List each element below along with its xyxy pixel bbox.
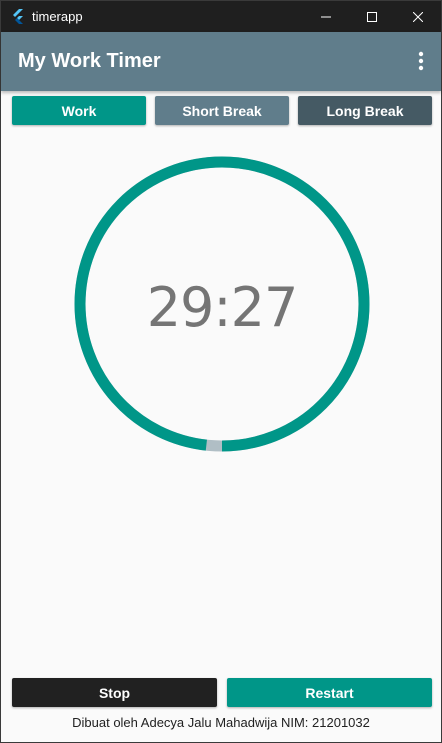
maximize-button[interactable] [349, 1, 395, 32]
maximize-icon [367, 11, 377, 22]
minimize-icon [321, 16, 331, 17]
more-vert-icon[interactable] [411, 49, 431, 73]
close-button[interactable] [395, 1, 441, 32]
work-button[interactable]: Work [12, 96, 146, 125]
close-icon [413, 11, 423, 22]
short-break-button[interactable]: Short Break [155, 96, 289, 125]
app-window: timerapp My Work Timer Work Short Break [0, 0, 442, 743]
window-title: timerapp [32, 9, 83, 24]
footer-credit: Dibuat oleh Adecya Jalu Mahadwija NIM: 2… [72, 715, 370, 730]
page-title: My Work Timer [18, 50, 161, 72]
stop-button[interactable]: Stop [12, 678, 217, 707]
app-bar: My Work Timer [1, 32, 441, 91]
minimize-button[interactable] [303, 1, 349, 32]
timer-display: 29:27 [146, 276, 299, 339]
window-titlebar[interactable]: timerapp [1, 1, 441, 32]
flutter-logo-icon [13, 9, 23, 24]
long-break-button[interactable]: Long Break [298, 96, 432, 125]
restart-button[interactable]: Restart [227, 678, 432, 707]
